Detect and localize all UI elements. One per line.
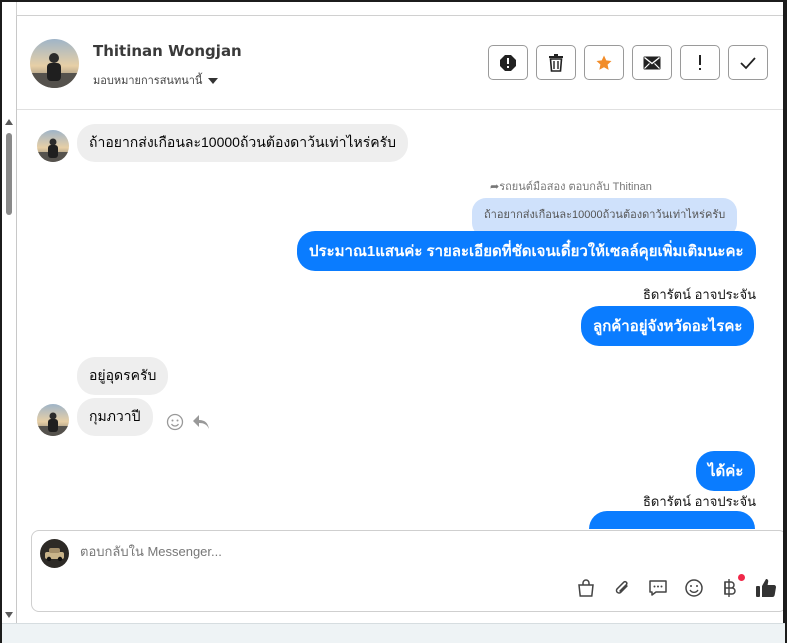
emoji-icon — [685, 579, 703, 597]
reply-icon[interactable] — [192, 414, 210, 430]
mark-spam-button[interactable] — [488, 45, 528, 80]
inbox-window: Thitinan Wongjan มอบหมายการสนทนานี้ ถ้าอ… — [0, 0, 787, 643]
scroll-rail — [2, 2, 16, 643]
sender-name: ธิดารัตน์ อาจประจัน — [643, 494, 757, 509]
bag-icon — [578, 579, 594, 597]
notification-dot — [738, 574, 745, 581]
reply-arrow-icon: ➦ — [490, 181, 500, 193]
assign-label: มอบหมายการสนทนานี้ — [93, 74, 203, 87]
saved-replies-button[interactable] — [647, 577, 669, 599]
sender-name: ธิดารัตน์ อาจประจัน — [643, 287, 757, 302]
outgoing-message[interactable]: ประมาณ1แสนค่ะ รายละเอียดที่ชัดเจนเดี๋ยวใ… — [297, 231, 756, 271]
contact-avatar-small — [37, 130, 69, 162]
like-button[interactable] — [755, 577, 777, 599]
trash-icon — [549, 53, 563, 72]
contact-avatar-small — [37, 404, 69, 436]
baht-icon — [724, 579, 736, 597]
exclamation-icon — [699, 54, 701, 70]
window-edge — [783, 2, 785, 625]
contact-avatar[interactable] — [30, 39, 79, 88]
scroll-down-arrow[interactable] — [5, 612, 13, 618]
check-icon — [740, 56, 756, 69]
emoji-button[interactable] — [683, 577, 705, 599]
mark-important-button[interactable] — [680, 45, 720, 80]
incoming-message[interactable]: อยู่อุดรครับ — [77, 357, 169, 395]
bottom-status-bar — [2, 623, 785, 643]
mark-done-button[interactable] — [728, 45, 768, 80]
header-actions — [488, 45, 768, 80]
shop-button[interactable] — [575, 577, 597, 599]
star-button[interactable] — [584, 45, 624, 80]
scrollbar-thumb[interactable] — [6, 133, 12, 215]
composer-tools — [575, 574, 777, 599]
delete-button[interactable] — [536, 45, 576, 80]
alert-circle-icon — [500, 54, 516, 71]
incoming-message[interactable]: กุมภวาปี — [77, 398, 153, 436]
assign-conversation-dropdown[interactable]: มอบหมายการสนทนานี้ — [93, 71, 219, 89]
attach-button[interactable] — [611, 577, 633, 599]
react-emoji-icon[interactable] — [166, 413, 184, 431]
incoming-message[interactable]: ถ้าอยากส่งเกือนละ10000ถ้วนต้องดาว้นเท่าไ… — [77, 124, 409, 162]
outgoing-bubble-partial — [589, 511, 755, 529]
top-strip — [16, 2, 785, 16]
payment-button[interactable] — [719, 574, 745, 599]
mark-unread-button[interactable] — [632, 45, 672, 80]
outgoing-message[interactable]: ได้ค่ะ — [696, 451, 756, 491]
star-icon — [596, 55, 612, 70]
message-actions — [166, 413, 210, 431]
contact-name[interactable]: Thitinan Wongjan — [93, 42, 242, 60]
thumbs-up-icon — [756, 579, 777, 598]
caret-down-icon — [208, 77, 219, 84]
conversation-header: Thitinan Wongjan มอบหมายการสนทนานี้ — [17, 16, 785, 110]
reply-context-text: รถยนต์มือสอง ตอบกลับ Thitinan — [499, 181, 652, 193]
reply-input[interactable] — [80, 544, 680, 559]
outgoing-message[interactable]: ลูกค้าอยู่จังหวัดอะไรคะ — [581, 306, 755, 346]
page-avatar — [40, 539, 69, 568]
paperclip-icon — [615, 580, 628, 594]
outgoing-message-clipped[interactable] — [589, 511, 755, 529]
reply-context: ➦รถยนต์มือสอง ตอบกลับ Thitinan — [490, 177, 652, 195]
reply-composer — [31, 530, 785, 612]
envelope-icon — [643, 56, 661, 69]
chat-bubble-icon — [649, 580, 667, 596]
scroll-up-arrow[interactable] — [5, 119, 13, 125]
